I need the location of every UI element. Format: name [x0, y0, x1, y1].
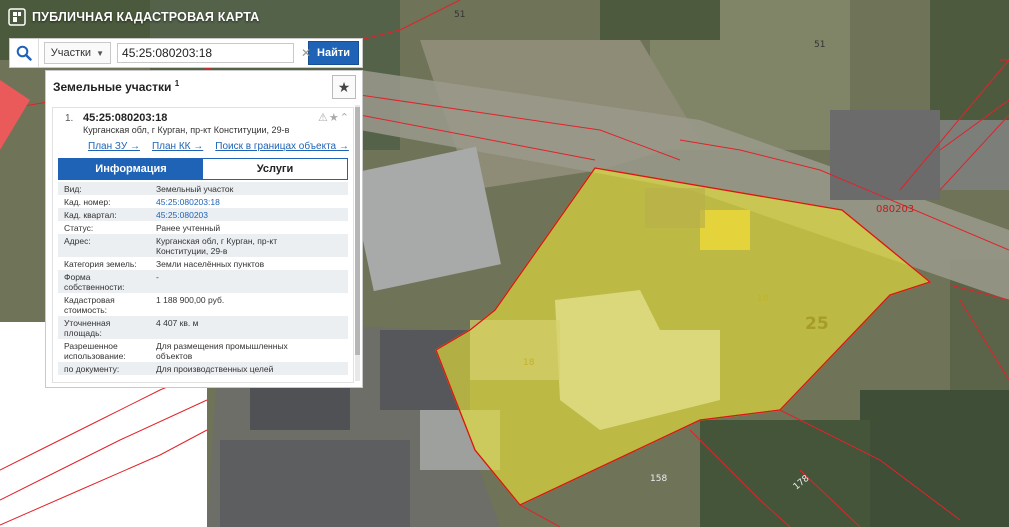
attribute-row: по документу: Для производственных целей [58, 362, 348, 375]
item-links: План ЗУ → План КК → Поиск в границах объ… [53, 141, 353, 155]
attribute-value: Земельный участок [156, 183, 234, 194]
attribute-value: Курганская обл, г Курган, пр-кт Конституц… [156, 235, 278, 256]
panel-header: Земельные участки 1 ★ [46, 71, 362, 101]
attribute-row: Вид: Земельный участок [58, 182, 348, 195]
object-type-select[interactable]: Участки ▼ [43, 42, 112, 64]
attribute-row: Кадастровая стоимость: 1 188 900,00 руб. [58, 293, 348, 316]
chevron-up-icon[interactable]: ⌃ [340, 112, 350, 124]
list-item[interactable]: 1. 45:25:080203:18 Курганская обл, г Кур… [53, 108, 353, 138]
parcel-number-label: 25 [805, 314, 829, 334]
attribute-key: Уточненная площадь: [64, 317, 111, 338]
map-label: 18 [757, 294, 769, 304]
attribute-key: Вид: [64, 183, 82, 194]
tab-services[interactable]: Услуги [203, 159, 347, 179]
clear-icon[interactable]: ✕ [301, 46, 311, 60]
warning-icon[interactable]: ⚠ [318, 112, 329, 124]
attribute-key: по документу: [64, 363, 120, 374]
attribute-key: Статус: [64, 222, 94, 233]
attribute-value: Земли населённых пунктов [156, 258, 265, 269]
search-bar: Участки ▼ ✕ Найти [9, 38, 363, 68]
attribute-key: Разрешенное использование: [64, 340, 126, 361]
panel-title: Земельные участки 1 [53, 78, 180, 94]
find-button[interactable]: Найти [308, 41, 359, 65]
attribute-value: Для производственных целей [156, 363, 274, 374]
attribute-row: Статус: Ранее учтенный [58, 221, 348, 234]
search-icon[interactable] [10, 39, 39, 67]
attribute-value: - [156, 271, 159, 282]
attribute-key: Категория земель: [64, 258, 137, 269]
star-icon: ★ [337, 78, 351, 95]
map-label: 51 [454, 10, 466, 20]
search-in-bounds-link[interactable]: Поиск в границах объекта → [215, 141, 349, 155]
map-label: 18 [523, 358, 535, 368]
attribute-row: Разрешенное использование: Для размещения … [58, 339, 348, 362]
cadastre-logo-icon [8, 8, 26, 26]
attribute-value: Для размещения промышленных объектов [156, 340, 288, 361]
result-count: 1 [174, 78, 180, 88]
attribute-value[interactable]: 45:25:080203:18 [150, 197, 348, 207]
attribute-row: Категория земель: Земли населённых пункто… [58, 257, 348, 270]
tab-information[interactable]: Информация [59, 159, 203, 179]
object-type-label: Участки [50, 47, 92, 59]
attribute-value[interactable]: 45:25:080203 [150, 210, 348, 220]
attribute-row: Форма собственности: - [58, 270, 348, 293]
attribute-key: Адрес: [64, 235, 91, 246]
item-cad-number: 45:25:080203:18 [83, 112, 168, 124]
attribute-row: Уточненная площадь: 4 407 кв. м [58, 316, 348, 339]
app-title: ПУБЛИЧНАЯ КАДАСТРОВАЯ КАРТА [32, 10, 260, 24]
plan-kk-link[interactable]: План КК → [152, 141, 203, 155]
attribute-key: Форма собственности: [64, 271, 125, 292]
item-address: Курганская обл, г Курган, пр-кт Конститу… [83, 125, 290, 135]
attribute-value: 1 188 900,00 руб. [156, 294, 225, 305]
attribute-row: Кад. номер: 45:25:080203:18 [58, 195, 348, 208]
item-number: 1. [65, 113, 74, 124]
app-header: ПУБЛИЧНАЯ КАДАСТРОВАЯ КАРТА [0, 0, 378, 34]
plan-zu-link[interactable]: План ЗУ → [88, 141, 140, 155]
panel-scrollbar[interactable] [355, 105, 360, 381]
info-tabs: Информация Услуги [58, 158, 348, 180]
attribute-value: Ранее учтенный [156, 222, 221, 233]
map-label: 158 [650, 474, 668, 484]
attribute-value: 4 407 кв. м [156, 317, 199, 328]
results-panel: Земельные участки 1 ★ 1. 45:25:080203:18… [45, 70, 363, 388]
star-outline-icon[interactable]: ★ [329, 112, 340, 124]
map-label: 51 [814, 40, 826, 50]
favorite-star-button[interactable]: ★ [332, 75, 356, 99]
quarter-label: 080203 [876, 204, 915, 215]
attributes-table: Вид: Земельный участок Кад. номер: 45:25:08… [58, 182, 348, 375]
chevron-down-icon: ▼ [96, 48, 105, 58]
attribute-row: Адрес: Курганская обл, г Курган, пр-кт Кон… [58, 234, 348, 257]
search-input[interactable] [117, 43, 295, 63]
attribute-row: Кад. квартал: 45:25:080203 [58, 208, 348, 221]
attribute-key: Кадастровая стоимость: [64, 294, 115, 315]
attribute-key: Кад. номер: [64, 196, 111, 207]
item-action-icons[interactable]: ⚠★⌃ [318, 111, 350, 124]
results-list: 1. 45:25:080203:18 Курганская обл, г Кур… [52, 107, 354, 383]
attribute-key: Кад. квартал: [64, 209, 117, 220]
